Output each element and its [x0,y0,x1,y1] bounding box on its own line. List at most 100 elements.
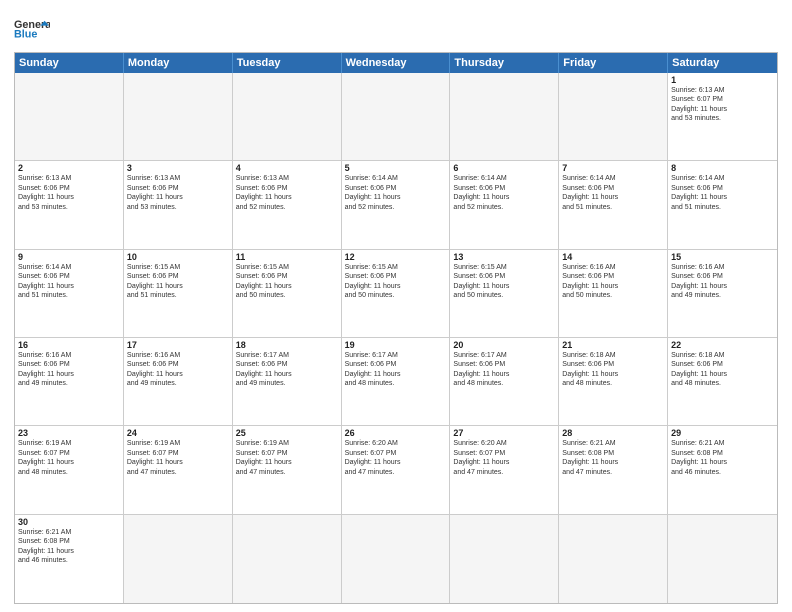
header-day-monday: Monday [124,53,233,73]
day-number: 9 [18,252,120,262]
empty-cell [233,73,342,161]
day-cell-16: 16Sunrise: 6:16 AM Sunset: 6:06 PM Dayli… [15,338,124,426]
empty-cell [342,73,451,161]
day-cell-8: 8Sunrise: 6:14 AM Sunset: 6:06 PM Daylig… [668,161,777,249]
day-info: Sunrise: 6:21 AM Sunset: 6:08 PM Dayligh… [671,439,774,477]
day-cell-3: 3Sunrise: 6:13 AM Sunset: 6:06 PM Daylig… [124,161,233,249]
week-row-3: 16Sunrise: 6:16 AM Sunset: 6:06 PM Dayli… [15,338,777,426]
day-number: 21 [562,340,664,350]
day-number: 2 [18,163,120,173]
empty-cell [124,515,233,603]
day-number: 20 [453,340,555,350]
day-info: Sunrise: 6:21 AM Sunset: 6:08 PM Dayligh… [18,528,120,566]
day-cell-7: 7Sunrise: 6:14 AM Sunset: 6:06 PM Daylig… [559,161,668,249]
day-cell-11: 11Sunrise: 6:15 AM Sunset: 6:06 PM Dayli… [233,250,342,338]
day-number: 22 [671,340,774,350]
day-number: 13 [453,252,555,262]
week-row-1: 2 Sunrise: 6:13 AM Sunset: 6:06 PM Daylig… [15,161,777,249]
header-day-sunday: Sunday [15,53,124,73]
empty-cell [559,73,668,161]
day-info: Sunrise: 6:16 AM Sunset: 6:06 PM Dayligh… [18,351,120,389]
day-info: Sunrise: 6:21 AM Sunset: 6:08 PM Dayligh… [562,439,664,477]
day-info: Sunrise: 6:14 AM Sunset: 6:06 PM Dayligh… [671,174,774,212]
day-cell-1: 1Sunrise: 6:13 AM Sunset: 6:07 PM Daylig… [668,73,777,161]
empty-cell [342,515,451,603]
day-cell-18: 18Sunrise: 6:17 AM Sunset: 6:06 PM Dayli… [233,338,342,426]
day-cell-28: 28Sunrise: 6:21 AM Sunset: 6:08 PM Dayli… [559,426,668,514]
day-cell-26: 26Sunrise: 6:20 AM Sunset: 6:07 PM Dayli… [342,426,451,514]
day-number: 3 [127,163,229,173]
day-info: Sunrise: 6:17 AM Sunset: 6:06 PM Dayligh… [345,351,447,389]
day-info: Sunrise: 6:20 AM Sunset: 6:07 PM Dayligh… [345,439,447,477]
day-cell-19: 19Sunrise: 6:17 AM Sunset: 6:06 PM Dayli… [342,338,451,426]
empty-cell [450,515,559,603]
header-day-tuesday: Tuesday [233,53,342,73]
logo: General Blue [14,10,50,46]
day-cell-29: 29Sunrise: 6:21 AM Sunset: 6:08 PM Dayli… [668,426,777,514]
day-cell-30: 30Sunrise: 6:21 AM Sunset: 6:08 PM Dayli… [15,515,124,603]
day-cell-24: 24Sunrise: 6:19 AM Sunset: 6:07 PM Dayli… [124,426,233,514]
header: General Blue [14,10,778,46]
day-info: Sunrise: 6:18 AM Sunset: 6:06 PM Dayligh… [671,351,774,389]
day-info: Sunrise: 6:15 AM Sunset: 6:06 PM Dayligh… [236,263,338,301]
day-cell-20: 20Sunrise: 6:17 AM Sunset: 6:06 PM Dayli… [450,338,559,426]
day-cell-4: 4Sunrise: 6:13 AM Sunset: 6:06 PM Daylig… [233,161,342,249]
day-info: Sunrise: 6:14 AM Sunset: 6:06 PM Dayligh… [345,174,447,212]
day-number: 11 [236,252,338,262]
day-info: Sunrise: 6:13 AM Sunset: 6:06 PM Dayligh… [127,174,229,212]
day-info: Sunrise: 6:16 AM Sunset: 6:06 PM Dayligh… [127,351,229,389]
day-info: Sunrise: 6:18 AM Sunset: 6:06 PM Dayligh… [562,351,664,389]
week-row-0: 1Sunrise: 6:13 AM Sunset: 6:07 PM Daylig… [15,73,777,161]
day-cell-23: 23Sunrise: 6:19 AM Sunset: 6:07 PM Dayli… [15,426,124,514]
day-info: Sunrise: 6:15 AM Sunset: 6:06 PM Dayligh… [453,263,555,301]
day-cell-22: 22Sunrise: 6:18 AM Sunset: 6:06 PM Dayli… [668,338,777,426]
day-number: 18 [236,340,338,350]
day-number: 5 [345,163,447,173]
calendar-header: SundayMondayTuesdayWednesdayThursdayFrid… [15,53,777,73]
empty-cell [559,515,668,603]
day-number: 10 [127,252,229,262]
empty-cell [15,73,124,161]
day-number: 16 [18,340,120,350]
day-number: 24 [127,428,229,438]
day-number: 1 [671,75,774,85]
day-cell-2: 2Sunrise: 6:13 AM Sunset: 6:06 PM Daylig… [15,161,124,249]
page: General Blue SundayMondayTuesdayWednesda… [0,0,792,612]
day-number: 15 [671,252,774,262]
day-number: 17 [127,340,229,350]
day-number: 8 [671,163,774,173]
day-number: 23 [18,428,120,438]
day-number: 26 [345,428,447,438]
empty-cell [233,515,342,603]
day-number: 7 [562,163,664,173]
day-info: Sunrise: 6:15 AM Sunset: 6:06 PM Dayligh… [127,263,229,301]
day-number: 30 [18,517,120,527]
day-number: 25 [236,428,338,438]
day-info: Sunrise: 6:19 AM Sunset: 6:07 PM Dayligh… [127,439,229,477]
day-number: 19 [345,340,447,350]
calendar-grid: 1Sunrise: 6:13 AM Sunset: 6:07 PM Daylig… [15,73,777,603]
day-info: Sunrise: 6:16 AM Sunset: 6:06 PM Dayligh… [562,263,664,301]
week-row-5: 30Sunrise: 6:21 AM Sunset: 6:08 PM Dayli… [15,515,777,603]
day-info: Sunrise: 6:20 AM Sunset: 6:07 PM Dayligh… [453,439,555,477]
day-info: Sunrise: 6:13 AM Sunset: 6:06 PM Dayligh… [236,174,338,212]
day-cell-14: 14Sunrise: 6:16 AM Sunset: 6:06 PM Dayli… [559,250,668,338]
day-cell-9: 9Sunrise: 6:14 AM Sunset: 6:06 PM Daylig… [15,250,124,338]
day-cell-25: 25Sunrise: 6:19 AM Sunset: 6:07 PM Dayli… [233,426,342,514]
day-cell-13: 13Sunrise: 6:15 AM Sunset: 6:06 PM Dayli… [450,250,559,338]
day-info: Sunrise: 6:17 AM Sunset: 6:06 PM Dayligh… [453,351,555,389]
day-cell-12: 12Sunrise: 6:15 AM Sunset: 6:06 PM Dayli… [342,250,451,338]
empty-cell [124,73,233,161]
day-cell-5: 5Sunrise: 6:14 AM Sunset: 6:06 PM Daylig… [342,161,451,249]
day-info: Sunrise: 6:14 AM Sunset: 6:06 PM Dayligh… [18,263,120,301]
empty-cell [668,515,777,603]
day-info: Sunrise: 6:17 AM Sunset: 6:06 PM Dayligh… [236,351,338,389]
day-number: 12 [345,252,447,262]
day-info: Sunrise: 6:14 AM Sunset: 6:06 PM Dayligh… [562,174,664,212]
day-cell-10: 10Sunrise: 6:15 AM Sunset: 6:06 PM Dayli… [124,250,233,338]
header-day-thursday: Thursday [450,53,559,73]
day-info: Sunrise: 6:15 AM Sunset: 6:06 PM Dayligh… [345,263,447,301]
header-day-friday: Friday [559,53,668,73]
day-cell-27: 27Sunrise: 6:20 AM Sunset: 6:07 PM Dayli… [450,426,559,514]
day-cell-17: 17Sunrise: 6:16 AM Sunset: 6:06 PM Dayli… [124,338,233,426]
